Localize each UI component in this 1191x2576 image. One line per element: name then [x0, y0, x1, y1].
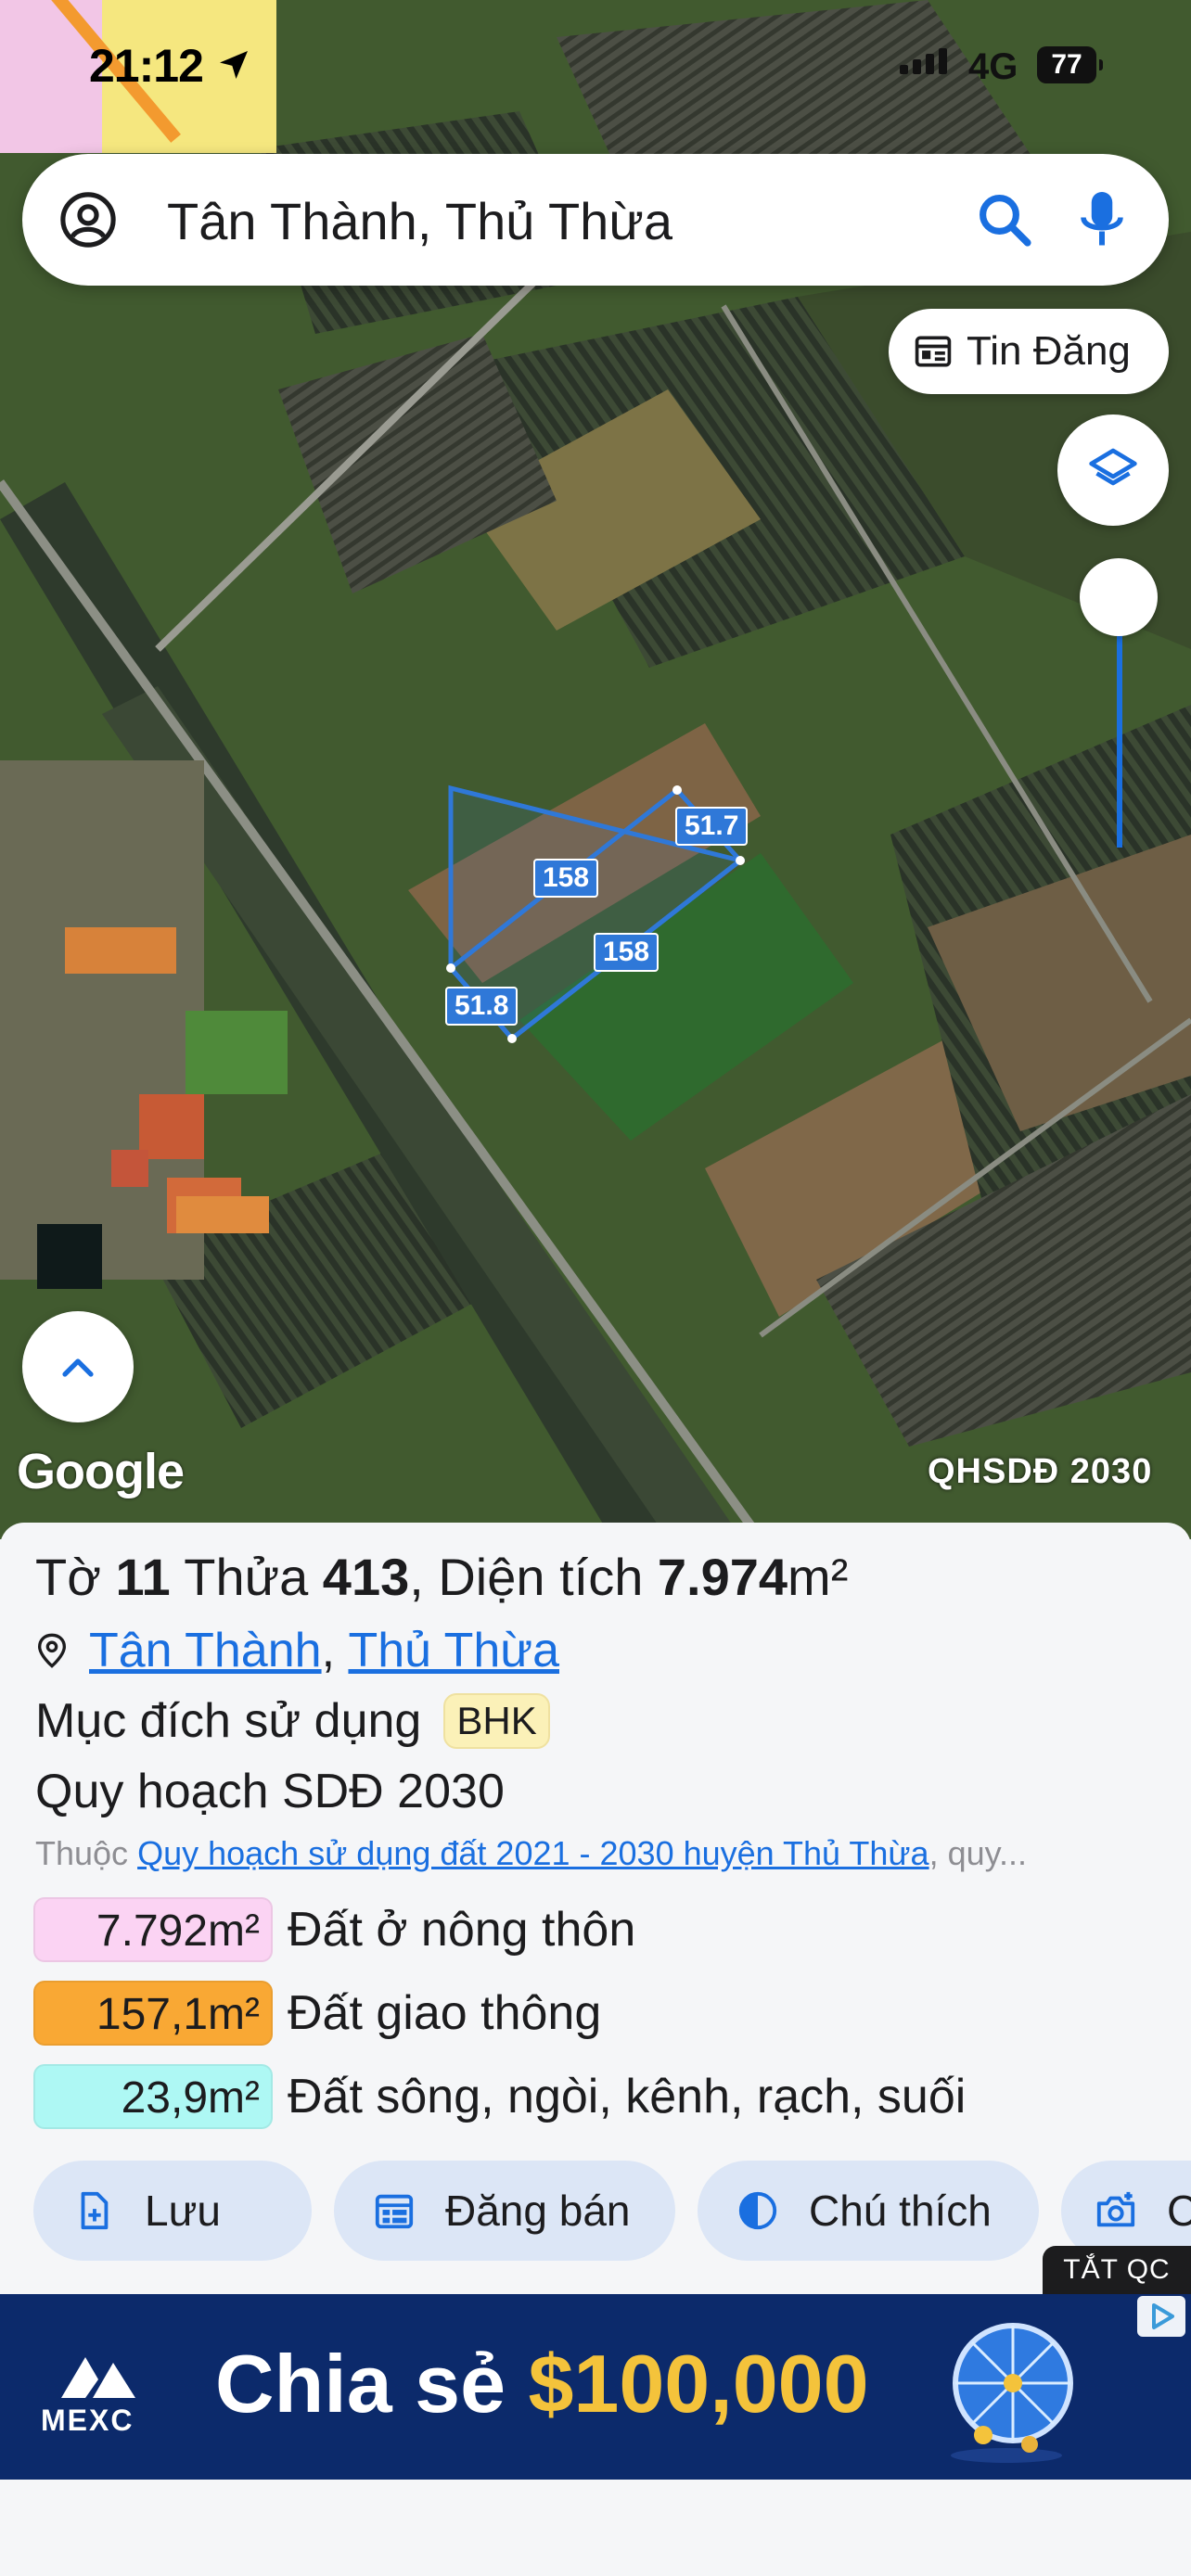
ad-headline-text: Chia sẻ: [215, 2338, 506, 2429]
area-breakdown-row[interactable]: 157,1m² Đất giao thông: [33, 1981, 601, 2046]
photo-button-label: C: [1167, 2187, 1191, 2235]
expand-panel-button[interactable]: [22, 1311, 134, 1422]
camera-plus-icon: [1096, 2191, 1135, 2227]
prize-wheel-icon: [951, 2323, 1073, 2463]
ad-brand: MEXC: [41, 2404, 134, 2437]
chevron-up-icon: [62, 1358, 94, 1377]
microphone-icon[interactable]: [1074, 187, 1130, 252]
search-bar[interactable]: Tân Thành, Thủ Thừa: [22, 154, 1169, 286]
opacity-slider-track[interactable]: [1117, 631, 1122, 848]
ad-amount: $100,000: [528, 2338, 869, 2429]
parcel-location: Tân Thành, Thủ Thừa: [35, 1623, 559, 1678]
parcel-title: Tờ 11 Thửa 413, Diện tích 7.974m²: [35, 1547, 848, 1607]
lot-number: 413: [322, 1548, 410, 1606]
home-indicator-area: [0, 2480, 1191, 2576]
lot-label: Thửa: [184, 1548, 309, 1606]
action-bar: Lưu Đăng bán Chú thích C: [33, 2161, 1191, 2263]
edge-length-label: 158: [533, 859, 599, 898]
area-type-label: Đất giao thông: [288, 1986, 602, 2040]
plan-source-suffix: , quy...: [928, 1834, 1027, 1872]
ad-headline: Chia sẻ $100,000: [215, 2337, 869, 2431]
commune-link[interactable]: Tân Thành: [89, 1623, 322, 1678]
signal-icon: [900, 48, 947, 74]
area-chip: 23,9m²: [33, 2064, 273, 2129]
district-link[interactable]: Thủ Thừa: [348, 1623, 559, 1678]
sheet-number: 11: [115, 1548, 171, 1606]
plan-title: Quy hoạch SDĐ 2030: [35, 1765, 505, 1818]
search-icon[interactable]: [974, 189, 1035, 250]
half-circle-icon: [738, 2191, 777, 2230]
plan-source-link[interactable]: Quy hoạch sử dụng đất 2021 - 2030 huyện …: [137, 1834, 928, 1872]
save-button[interactable]: Lưu: [33, 2161, 312, 2261]
account-icon[interactable]: [59, 191, 117, 249]
layers-icon: [1089, 448, 1137, 486]
area-breakdown-row[interactable]: 7.792m² Đất ở nông thôn: [33, 1897, 635, 1962]
edge-length-label: 158: [594, 933, 660, 972]
post-for-sale-button[interactable]: Đăng bán: [334, 2161, 675, 2261]
adchoices-icon[interactable]: [1137, 2296, 1185, 2337]
listings-button[interactable]: Tin Đăng: [889, 309, 1169, 394]
calendar-icon: [375, 2194, 414, 2229]
listing-icon: [915, 336, 952, 367]
search-input[interactable]: Tân Thành, Thủ Thừa: [167, 191, 672, 251]
area-type-label: Đất sông, ngòi, kênh, rạch, suối: [288, 2070, 967, 2123]
purpose-label: Mục đích sử dụng: [35, 1694, 422, 1748]
plan-layer-label: QHSDĐ 2030: [928, 1452, 1153, 1491]
location-arrow-icon: [220, 51, 248, 79]
legend-button-label: Chú thích: [809, 2187, 992, 2235]
area-type-label: Đất ở nông thôn: [288, 1903, 636, 1957]
purpose-code-badge[interactable]: BHK: [443, 1693, 550, 1749]
opacity-slider-handle[interactable]: [1080, 558, 1158, 636]
comma-separator: ,: [321, 1624, 349, 1677]
post-for-sale-label: Đăng bán: [445, 2187, 631, 2235]
save-button-label: Lưu: [145, 2187, 221, 2235]
layers-button[interactable]: [1057, 414, 1169, 526]
area-chip: 157,1m²: [33, 1981, 273, 2046]
file-plus-icon: [81, 2191, 109, 2230]
plan-source: Thuộc Quy hoạch sử dụng đất 2021 - 2030 …: [35, 1834, 1185, 1873]
area-value: 7.974: [657, 1548, 788, 1606]
sheet-label: Tờ: [35, 1548, 101, 1606]
area-label: , Diện tích: [409, 1548, 644, 1606]
network-type: 4G: [968, 46, 1018, 87]
legend-button[interactable]: Chú thích: [698, 2161, 1039, 2261]
listings-button-label: Tin Đăng: [967, 328, 1131, 374]
battery-icon: 77: [1037, 46, 1103, 83]
status-time: 21:12: [89, 40, 204, 92]
google-logo: Google: [17, 1444, 185, 1499]
status-bar: 21:12 4G 77: [0, 0, 1191, 153]
edge-length-label: 51.7: [675, 807, 749, 846]
close-ad-button[interactable]: TẮT QC: [1043, 2246, 1191, 2294]
area-breakdown-row[interactable]: 23,9m² Đất sông, ngòi, kênh, rạch, suối: [33, 2064, 966, 2129]
plan-source-prefix: Thuộc: [35, 1834, 129, 1872]
area-chip: 7.792m²: [33, 1897, 273, 1962]
area-unit: m²: [788, 1548, 849, 1606]
ad-banner[interactable]: MEXC Chia sẻ $100,000: [0, 2294, 1191, 2480]
edge-length-label: 51.8: [445, 987, 519, 1026]
location-pin-icon: [37, 1633, 67, 1668]
land-use-purpose: Mục đích sử dụng BHK: [35, 1693, 550, 1749]
map-view[interactable]: 158 51.7 158 51.8 21:12 4G 77 Tân Thành,…: [0, 0, 1191, 1539]
